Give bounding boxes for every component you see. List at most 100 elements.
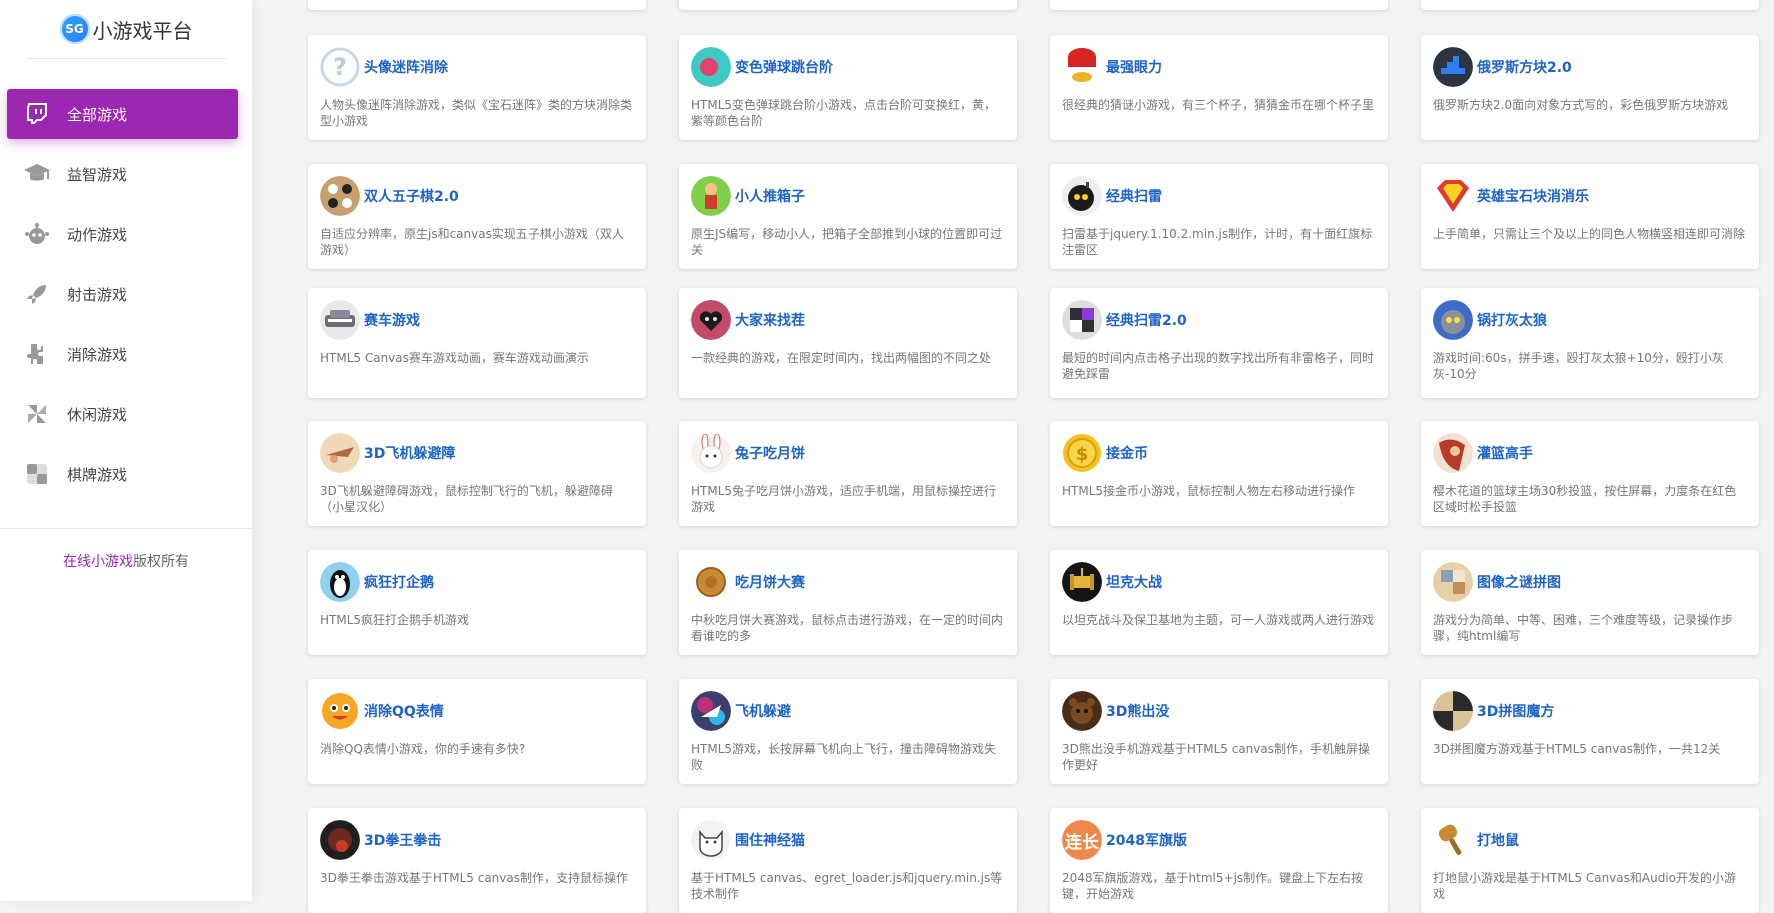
mine-icon[interactable] <box>1062 176 1102 216</box>
game-title[interactable]: 图像之谜拼图 <box>1477 572 1561 592</box>
game-card[interactable]: 消除QQ表情 消除QQ表情小游戏，你的手速有多快? <box>308 679 646 784</box>
jigsaw-icon[interactable] <box>1433 562 1473 602</box>
game-title[interactable]: 3D飞机躲避障 <box>364 443 455 463</box>
mine-grid-icon[interactable] <box>1062 300 1102 340</box>
game-title[interactable]: 头像迷阵消除 <box>364 57 448 77</box>
game-card[interactable]: 3D拳王拳击 3D拳王拳击游戏基于HTML5 canvas制作，支持鼠标操作 <box>308 808 646 913</box>
ball-icon[interactable] <box>691 47 731 87</box>
lianzhang-icon[interactable]: 连长 <box>1062 820 1102 860</box>
game-card[interactable]: 英雄宝石块消消乐 上手简单，只需让三个及以上的同色人物横竖相连即可消除 <box>1421 164 1759 269</box>
game-card-header: 图像之谜拼图 <box>1421 550 1759 603</box>
menu-item-5[interactable]: 消除游戏 <box>7 329 238 379</box>
game-title[interactable]: 经典扫雷 <box>1106 186 1162 206</box>
coin-icon[interactable]: $ <box>1062 433 1102 473</box>
game-title[interactable]: 双人五子棋2.0 <box>364 186 459 206</box>
copyright-link[interactable]: 在线小游戏 <box>63 554 133 570</box>
game-title[interactable]: 围住神经猫 <box>735 830 805 850</box>
game-card[interactable]: 打地鼠 打地鼠小游戏是基于HTML5 Canvas和Audio开发的小游戏 <box>1421 808 1759 913</box>
game-title[interactable]: 2048军旗版 <box>1106 830 1187 850</box>
game-title[interactable]: 兔子吃月饼 <box>735 443 805 463</box>
game-card[interactable]: ? 头像迷阵消除 人物头像迷阵消除游戏，类似《宝石迷阵》类的方块消除类型小游戏 <box>308 35 646 140</box>
game-card[interactable]: 最强眼力 很经典的猜谜小游戏，有三个杯子，猜猜金币在哪个杯子里 <box>1050 35 1388 140</box>
game-title[interactable]: 坦克大战 <box>1106 572 1162 592</box>
menu-item-label: 动作游戏 <box>67 225 128 244</box>
brand[interactable]: SG 小游戏平台 <box>26 0 226 59</box>
game-card[interactable]: 3D熊出没 3D熊出没手机游戏基于HTML5 canvas制作，手机触屏操作更好 <box>1050 679 1388 784</box>
menu-item-7[interactable]: 棋牌游戏 <box>7 449 238 499</box>
game-title[interactable]: 3D拳王拳击 <box>364 830 441 850</box>
game-card[interactable]: 大家来找茬 一款经典的游戏，在限定时间内，找出两幅图的不同之处 <box>679 288 1017 398</box>
penguin-icon[interactable] <box>320 562 360 602</box>
game-title[interactable]: 大家来找茬 <box>735 310 805 330</box>
game-card[interactable]: 图像之谜拼图 游戏分为简单、中等、困难，三个难度等级，记录操作步骤，纯html编写 <box>1421 550 1759 655</box>
game-title[interactable]: 小人推箱子 <box>735 186 805 206</box>
game-title[interactable]: 最强眼力 <box>1106 57 1162 77</box>
game-title[interactable]: 疯狂打企鹅 <box>364 572 434 592</box>
game-title[interactable]: 俄罗斯方块2.0 <box>1477 57 1572 77</box>
rabbit-icon[interactable] <box>691 433 731 473</box>
game-card-partial[interactable] <box>1421 0 1759 10</box>
game-card[interactable]: 锅打灰太狼 游戏时间:60s，拼手速，殴打灰太狼+10分，殴打小灰灰-10分 <box>1421 288 1759 398</box>
game-card[interactable]: 3D拼图魔方 3D拼图魔方游戏基于HTML5 canvas制作，一共12关 <box>1421 679 1759 784</box>
game-card[interactable]: 双人五子棋2.0 自适应分辨率，原生js和canvas实现五子棋小游戏（双人游戏） <box>308 164 646 269</box>
menu-item-2[interactable]: 益智游戏 <box>7 149 238 199</box>
plane-icon[interactable] <box>320 433 360 473</box>
cup-icon[interactable] <box>1062 47 1102 87</box>
menu-item-3[interactable]: 动作游戏 <box>7 209 238 259</box>
boxer-icon[interactable] <box>320 820 360 860</box>
menu-item-4[interactable]: 射击游戏 <box>7 269 238 319</box>
game-card[interactable]: 疯狂打企鹅 HTML5疯狂打企鹅手机游戏 <box>308 550 646 655</box>
emoji-icon[interactable] <box>320 691 360 731</box>
game-card[interactable]: 吃月饼大赛 中秋吃月饼大赛游戏，鼠标点击进行游戏，在一定的时间内看谁吃的多 <box>679 550 1017 655</box>
game-card[interactable]: 连长 2048军旗版 2048军旗版游戏，基于html5+js制作。键盘上下左右按键… <box>1050 808 1388 913</box>
question-mark-icon[interactable]: ? <box>320 47 360 87</box>
gomoku-icon[interactable] <box>320 176 360 216</box>
game-card[interactable]: 坦克大战 以坦克战斗及保卫基地为主题，可一人游戏或两人进行游戏 <box>1050 550 1388 655</box>
mooncake-icon[interactable] <box>691 562 731 602</box>
game-title[interactable]: 3D熊出没 <box>1106 701 1169 721</box>
game-card-partial[interactable] <box>679 0 1017 10</box>
game-card[interactable]: 灌篮高手 樱木花道的篮球主场30秒投篮，按住屏幕，力度条在红色区域时松手投篮 <box>1421 421 1759 526</box>
game-card[interactable]: 赛车游戏 HTML5 Canvas赛车游戏动画，赛车游戏动画演示 <box>308 288 646 398</box>
game-card[interactable]: 围住神经猫 基于HTML5 canvas、egret_loader.js和jque… <box>679 808 1017 913</box>
bear-icon[interactable] <box>1062 691 1102 731</box>
menu-item-1[interactable]: 全部游戏 <box>7 89 238 139</box>
game-title[interactable]: 英雄宝石块消消乐 <box>1477 186 1589 206</box>
game-title[interactable]: 吃月饼大赛 <box>735 572 805 592</box>
game-title[interactable]: 灌篮高手 <box>1477 443 1533 463</box>
hammer-icon[interactable] <box>1433 820 1473 860</box>
game-title[interactable]: 打地鼠 <box>1477 830 1519 850</box>
game-card-partial[interactable] <box>308 0 646 10</box>
game-card[interactable]: $ 接金币 HTML5接金币小游戏，鼠标控制人物左右移动进行操作 <box>1050 421 1388 526</box>
game-card[interactable]: 3D飞机躲避障 3D飞机躲避障碍游戏，鼠标控制飞行的飞机，躲避障碍（小星汉化） <box>308 421 646 526</box>
game-card[interactable]: 小人推箱子 原生JS编写，移动小人，把箱子全部推到小球的位置即可过关 <box>679 164 1017 269</box>
tank-icon[interactable] <box>1062 562 1102 602</box>
car-icon[interactable] <box>320 300 360 340</box>
cat-icon[interactable] <box>691 820 731 860</box>
game-card[interactable]: 经典扫雷2.0 最短的时间内点击格子出现的数字找出所有非雷格子，同时避免踩雷 <box>1050 288 1388 398</box>
game-title[interactable]: 锅打灰太狼 <box>1477 310 1547 330</box>
tetris-icon[interactable] <box>1433 47 1473 87</box>
game-card[interactable]: 兔子吃月饼 HTML5兔子吃月饼小游戏，适应手机端，用鼠标操控进行游戏 <box>679 421 1017 526</box>
menu-item-6[interactable]: 休闲游戏 <box>7 389 238 439</box>
pusher-icon[interactable] <box>691 176 731 216</box>
game-card[interactable]: 变色弹球跳台阶 HTML5变色弹球跳台阶小游戏，点击台阶可变换红，黄，紫等颜色台阶 <box>679 35 1017 140</box>
game-card[interactable]: 经典扫雷 扫雷基于jquery.1.10.2.min.js制作，计时，有十面红旗标… <box>1050 164 1388 269</box>
wolf-icon[interactable] <box>1433 300 1473 340</box>
game-card[interactable]: 俄罗斯方块2.0 俄罗斯方块2.0面向对象方式写的，彩色俄罗斯方块游戏 <box>1421 35 1759 140</box>
game-title[interactable]: 飞机躲避 <box>735 701 791 721</box>
game-title[interactable]: 赛车游戏 <box>364 310 420 330</box>
menu-item-label: 棋牌游戏 <box>67 465 128 484</box>
superman-icon[interactable] <box>1433 176 1473 216</box>
cube-icon[interactable] <box>1433 691 1473 731</box>
game-title[interactable]: 经典扫雷2.0 <box>1106 310 1187 330</box>
heart-icon[interactable] <box>691 300 731 340</box>
aircraft-icon[interactable] <box>691 691 731 731</box>
game-title[interactable]: 3D拼图魔方 <box>1477 701 1554 721</box>
basketball-icon[interactable] <box>1433 433 1473 473</box>
game-card[interactable]: 飞机躲避 HTML5游戏，长按屏幕飞机向上飞行，撞击障碍物游戏失败 <box>679 679 1017 784</box>
game-title[interactable]: 变色弹球跳台阶 <box>735 57 833 77</box>
game-card-partial[interactable] <box>1050 0 1388 10</box>
game-title[interactable]: 接金币 <box>1106 443 1148 463</box>
game-title[interactable]: 消除QQ表情 <box>364 701 444 721</box>
